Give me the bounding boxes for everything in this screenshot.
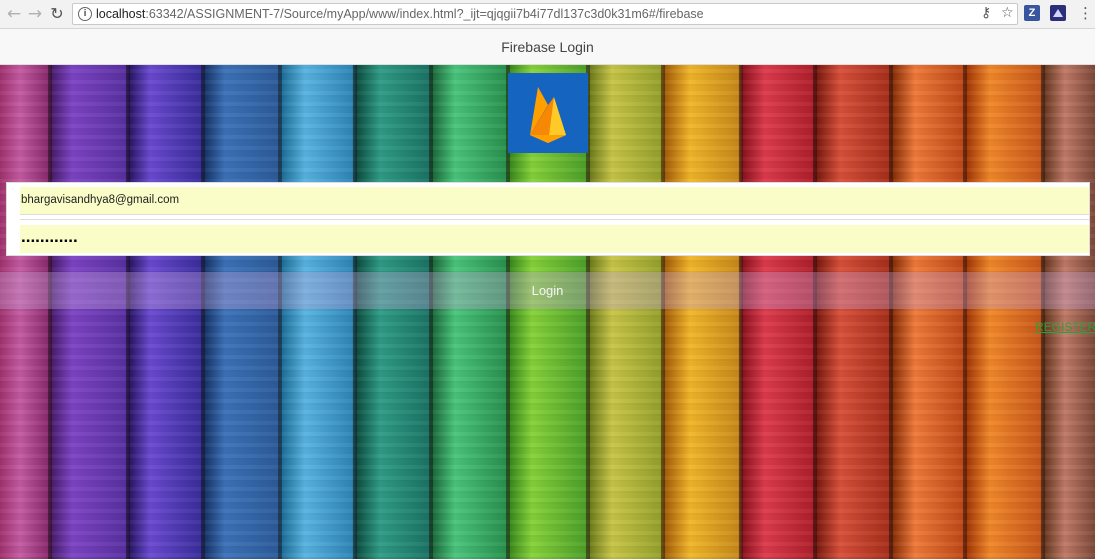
url-text: localhost:63342/ASSIGNMENT-7/Source/myAp…: [96, 7, 704, 21]
back-icon[interactable]: ←: [4, 4, 24, 24]
page-title: Firebase Login: [501, 39, 594, 55]
menu-icon[interactable]: ⋮: [1078, 5, 1093, 21]
address-bar[interactable]: i localhost:63342/ASSIGNMENT-7/Source/my…: [72, 3, 1018, 25]
firebase-logo: [508, 73, 588, 153]
firebase-flame-icon: [530, 87, 566, 143]
email-value: bhargavisandhya8@gmail.com: [21, 194, 180, 206]
url-host: localhost: [96, 7, 146, 21]
login-button[interactable]: Login: [0, 272, 1095, 309]
url-path: :63342/ASSIGNMENT-7/Source/myApp/www/ind…: [145, 7, 704, 21]
register-link[interactable]: REGISTER: [1035, 320, 1095, 334]
extension-glyph: [1053, 9, 1063, 17]
reload-icon[interactable]: ↻: [47, 4, 67, 24]
password-mask: ............: [21, 227, 78, 246]
password-field[interactable]: ............: [20, 225, 1089, 253]
forward-icon[interactable]: →: [25, 4, 45, 24]
app-header: Firebase Login: [0, 29, 1095, 65]
browser-toolbar: ← → ↻ i localhost:63342/ASSIGNMENT-7/Sou…: [0, 0, 1095, 29]
login-form: bhargavisandhya8@gmail.com ............: [6, 182, 1090, 256]
email-field[interactable]: bhargavisandhya8@gmail.com: [20, 187, 1089, 215]
field-divider: [20, 219, 1089, 220]
extension-icon[interactable]: [1050, 5, 1066, 21]
star-icon[interactable]: ☆: [1001, 5, 1014, 21]
info-icon[interactable]: i: [78, 7, 92, 21]
extension-z-icon[interactable]: Z: [1024, 5, 1040, 21]
key-icon[interactable]: ⚷: [981, 5, 991, 21]
